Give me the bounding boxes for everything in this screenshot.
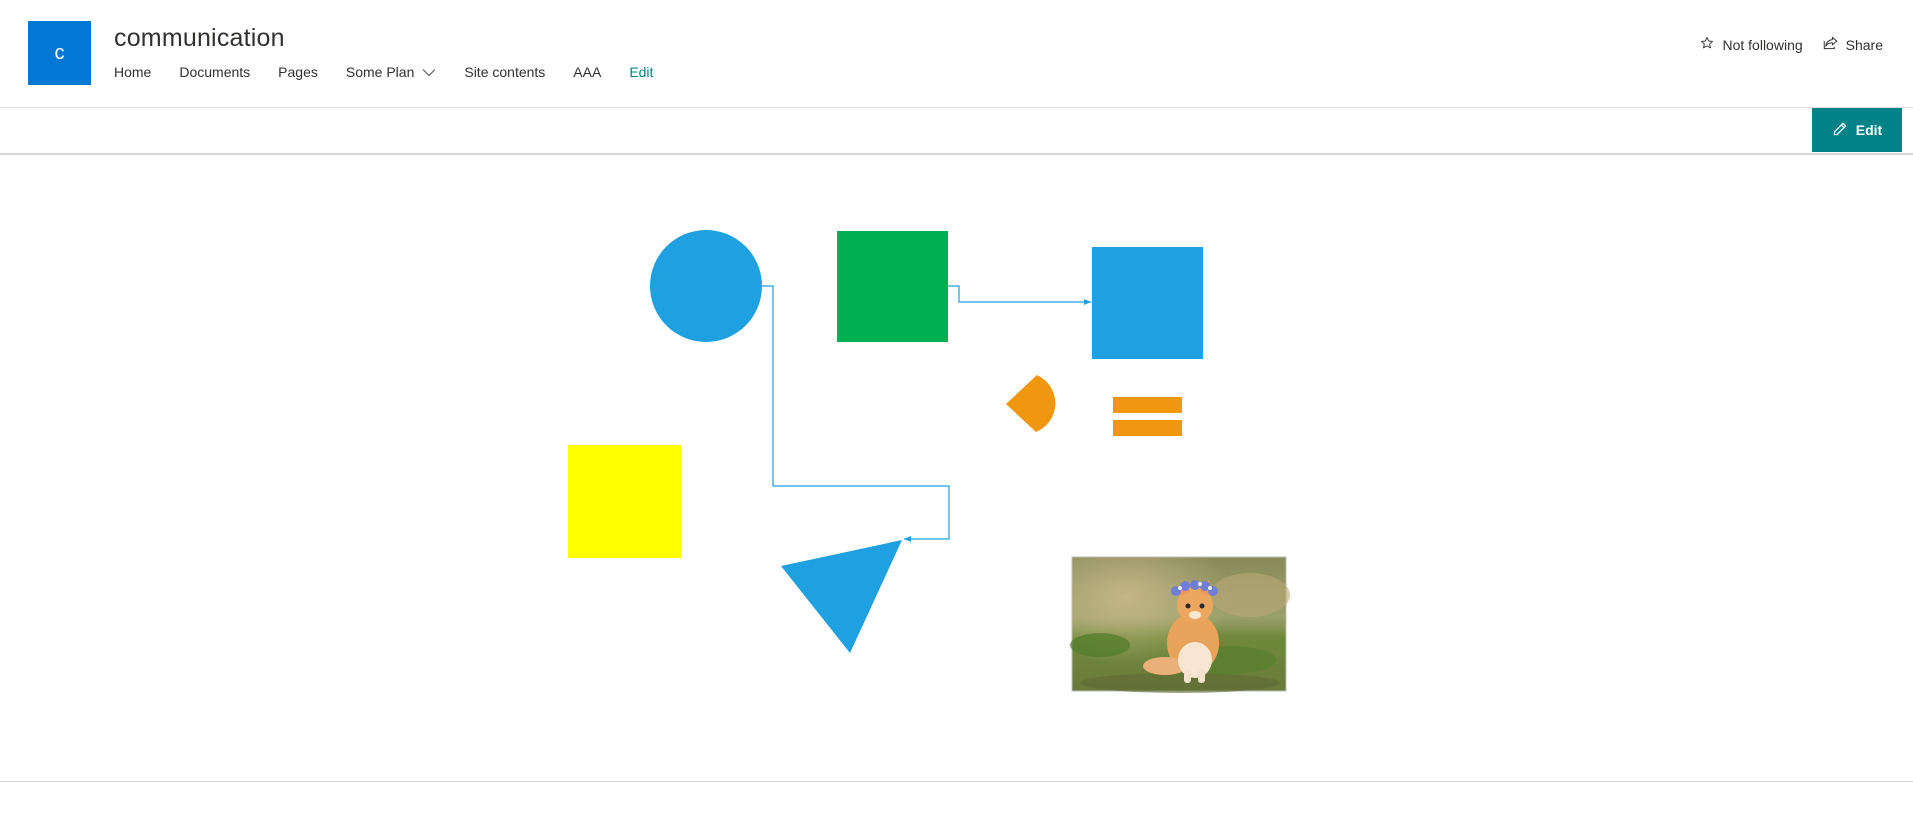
- site-title[interactable]: communication: [114, 24, 285, 53]
- canvas-drawing: [568, 230, 1290, 693]
- nav-item-label: Documents: [179, 64, 251, 80]
- nav-item-label: Pages: [278, 64, 318, 80]
- connector-green-to-blue[interactable]: [948, 285, 1091, 305]
- header-actions: Not following Share: [1680, 36, 1883, 53]
- chevron-down-icon: [422, 64, 436, 80]
- nav-item-aaa[interactable]: AAA: [573, 64, 601, 80]
- edit-page-button[interactable]: Edit: [1812, 108, 1902, 152]
- follow-label: Not following: [1722, 36, 1803, 53]
- site-header: c communication Home Documents Pages Som…: [0, 0, 1913, 108]
- nav-item-documents[interactable]: Documents: [179, 64, 250, 80]
- site-logo-letter: c: [54, 41, 65, 64]
- yellow-square[interactable]: [568, 445, 681, 558]
- orange-equal-sign[interactable]: [1113, 397, 1182, 436]
- share-label: Share: [1845, 36, 1883, 53]
- orange-pie-shape[interactable]: [1006, 375, 1056, 432]
- share-button[interactable]: Share: [1823, 36, 1883, 53]
- nav-item-label: AAA: [573, 64, 602, 80]
- nav-item-home[interactable]: Home: [114, 64, 151, 80]
- nav-item-site-contents[interactable]: Site contents: [464, 64, 545, 80]
- command-bar: Edit: [0, 108, 1913, 155]
- top-navigation: Home Documents Pages Some Plan Site cont…: [114, 62, 653, 82]
- kitten-image[interactable]: [1070, 556, 1290, 693]
- nav-item-label: Site contents: [464, 64, 546, 80]
- whiteboard-canvas[interactable]: [0, 155, 1913, 782]
- nav-edit-link[interactable]: Edit: [629, 64, 653, 80]
- nav-item-label: Home: [114, 64, 152, 80]
- blue-triangle[interactable]: [781, 540, 902, 653]
- nav-item-pages[interactable]: Pages: [278, 64, 318, 80]
- follow-button[interactable]: Not following: [1700, 36, 1803, 53]
- share-icon: [1823, 36, 1846, 53]
- site-logo[interactable]: c: [28, 21, 91, 85]
- blue-square[interactable]: [1092, 247, 1203, 359]
- nav-item-label: Some Plan: [345, 64, 415, 80]
- pencil-icon: [1832, 121, 1856, 140]
- nav-item-some-plan[interactable]: Some Plan: [346, 64, 436, 80]
- edit-button-label: Edit: [1855, 122, 1883, 138]
- blue-circle[interactable]: [650, 230, 762, 342]
- star-outline-icon: [1700, 36, 1722, 53]
- green-square[interactable]: [837, 231, 948, 342]
